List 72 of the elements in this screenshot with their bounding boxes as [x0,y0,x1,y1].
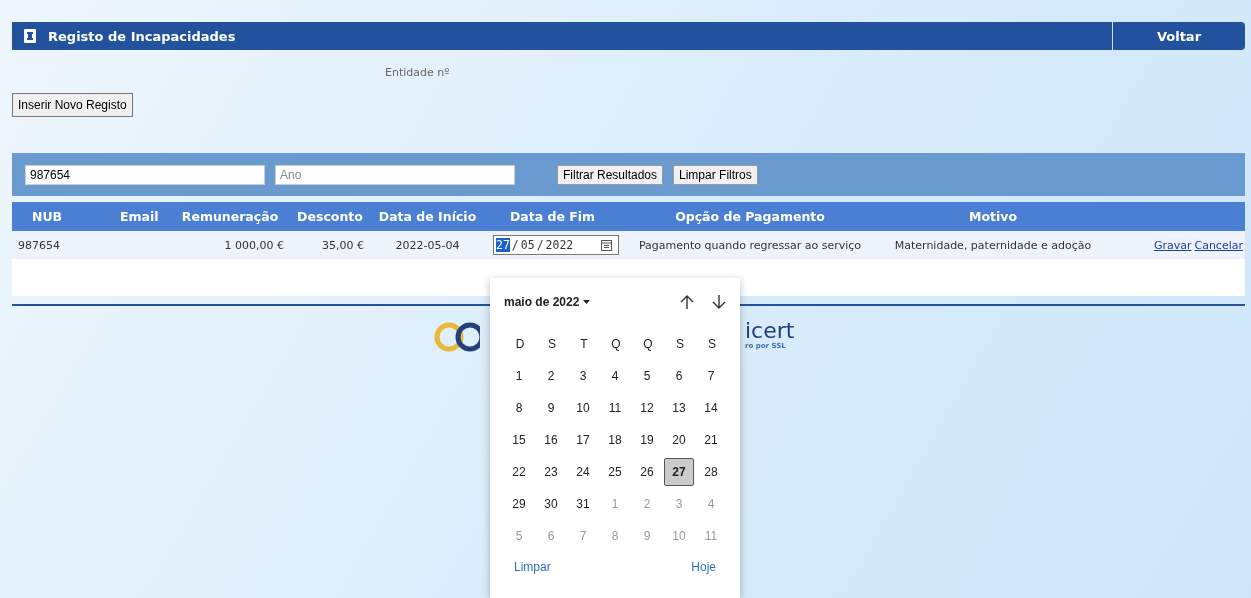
calendar-day[interactable]: 28 [696,458,726,486]
calendar-day[interactable]: 30 [536,490,566,518]
calendar-day[interactable]: 29 [504,490,534,518]
nub-field[interactable]: 987654 [25,164,265,185]
calendar-day[interactable]: 4 [600,362,630,390]
calendar-day[interactable]: 17 [568,426,598,454]
seal-logo-text: icert [745,320,795,342]
calendar-day[interactable]: 1 [504,362,534,390]
calendar-day[interactable]: 10 [568,394,598,422]
column-header: Motivo [968,209,1018,224]
calendar-day[interactable]: 9 [536,394,566,422]
action-link[interactable]: Gravar [1153,238,1192,252]
weekday-label: Q [642,336,654,353]
calendar-day[interactable]: 2 [536,362,566,390]
calendar-day[interactable]: 11 [600,394,630,422]
weekday-label: S [707,336,717,353]
today-link[interactable]: Hoje [691,560,716,574]
calendar-day[interactable]: 21 [696,426,726,454]
weekday-label: D [514,336,526,353]
table-cell-text: 2022-05-04 [394,238,461,252]
column-header: Remuneração [180,209,280,224]
month-selector[interactable]: maio de 2022 [504,295,591,309]
arrow-down-icon[interactable] [712,294,726,310]
table-cell-text: 35,00 € [321,238,365,252]
column-header: Data de Início [377,209,478,224]
year-field[interactable]: Ano [275,164,515,185]
clear-link[interactable]: Limpar [514,560,551,574]
calendar-day[interactable]: 24 [568,458,598,486]
column-header: Data de Fim [508,209,597,224]
calendar-day[interactable]: 5 [632,362,662,390]
calendar-day[interactable]: 19 [632,426,662,454]
calendar-day[interactable]: 18 [600,426,630,454]
calendar-day[interactable]: 26 [632,458,662,486]
calendar-day[interactable]: 16 [536,426,566,454]
new-record-button[interactable]: Inserir Novo Registo [12,93,133,117]
calendar-day[interactable]: 14 [696,394,726,422]
filter-button[interactable]: Filtrar Resultados [557,164,664,185]
calendar-day[interactable]: 7 [696,362,726,390]
filter-button[interactable]: Limpar Filtros [673,164,758,185]
weekday-label: T [579,336,589,353]
calendar-day[interactable]: 12 [632,394,662,422]
calendar-day[interactable]: 20 [664,426,694,454]
calendar-day[interactable]: 15 [504,426,534,454]
calendar-day[interactable]: 13 [664,394,694,422]
page-title: Registo de Incapacidades [48,28,236,44]
table-cell-text: 1 000,00 € [223,238,285,252]
column-header: Opção de Pagamento [674,209,826,224]
calendar-icon[interactable] [601,239,612,251]
info-icon [24,29,36,43]
calendar-day[interactable]: 3 [568,362,598,390]
entity-label: Entidade nº [385,66,451,79]
calendar-day[interactable]: 23 [536,458,566,486]
arrow-up-icon[interactable] [680,294,694,310]
column-header: Desconto [296,209,364,224]
calendar-day[interactable]: 25 [600,458,630,486]
table-cell-text: Pagamento quando regressar ao serviço [637,238,863,252]
calendar-day[interactable]: 6 [664,362,694,390]
action-link[interactable]: Cancelar [1194,238,1243,252]
rings-logo-icon [434,320,480,354]
column-header: Email [119,209,160,224]
weekday-label: Q [610,336,622,353]
table-cell-text: 987654 [17,238,61,252]
table-cell-text: Maternidade, paternidade e adoção [893,238,1093,252]
back-button[interactable]: Voltar [1113,22,1245,50]
column-header: NUB [31,209,64,224]
calendar-day[interactable]: 22 [504,458,534,486]
calendar-day[interactable]: 27 [664,458,694,486]
end-date-field[interactable]: 27 / 05 / 2022 [493,235,619,255]
calendar-day[interactable]: 8 [504,394,534,422]
calendar-day[interactable]: 31 [568,490,598,518]
weekday-label: S [547,336,557,353]
weekday-label: S [675,336,685,353]
